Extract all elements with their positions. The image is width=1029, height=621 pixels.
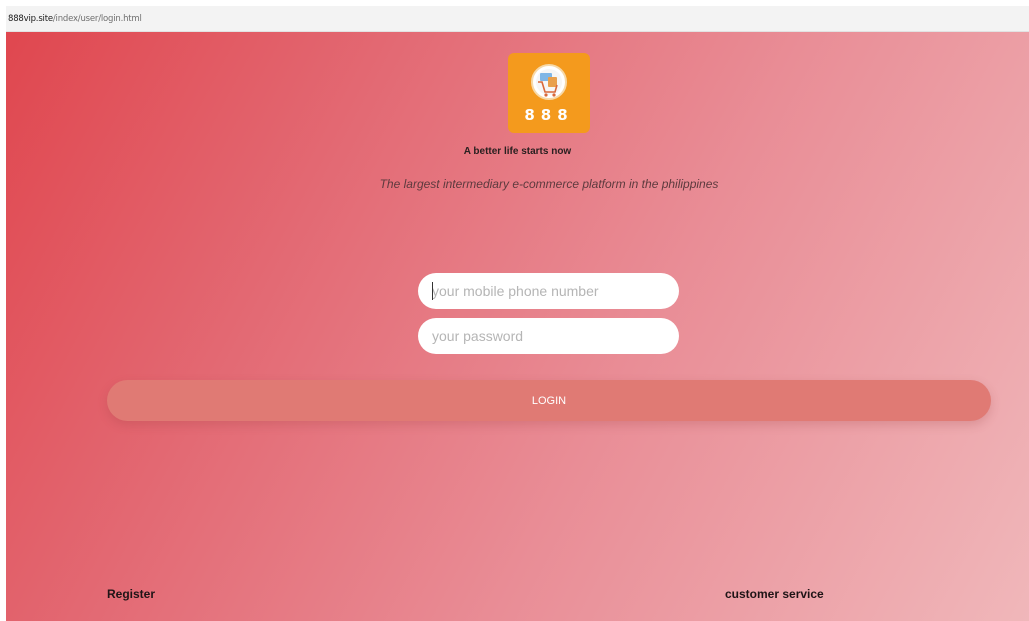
- url-host: 888vip.site: [8, 13, 53, 24]
- platform-subtitle: The largest intermediary e-commerce plat…: [379, 177, 719, 191]
- logo-text: 888: [524, 106, 573, 124]
- app-logo: 888: [508, 53, 590, 133]
- url-path: /index/user/login.html: [52, 13, 142, 24]
- customer-service-link[interactable]: customer service: [725, 587, 824, 601]
- phone-number-input[interactable]: [418, 273, 679, 309]
- password-input[interactable]: [418, 318, 679, 354]
- browser-window: 888vip.site/index/user/login.html 888 A …: [6, 6, 1029, 621]
- address-bar[interactable]: 888vip.site/index/user/login.html: [6, 6, 1029, 32]
- login-page: 888 A better life starts now The largest…: [6, 32, 1029, 621]
- tagline: A better life starts now: [463, 146, 572, 157]
- register-link[interactable]: Register: [107, 587, 155, 601]
- text-cursor: [432, 282, 433, 300]
- login-button[interactable]: LOGIN: [107, 380, 991, 421]
